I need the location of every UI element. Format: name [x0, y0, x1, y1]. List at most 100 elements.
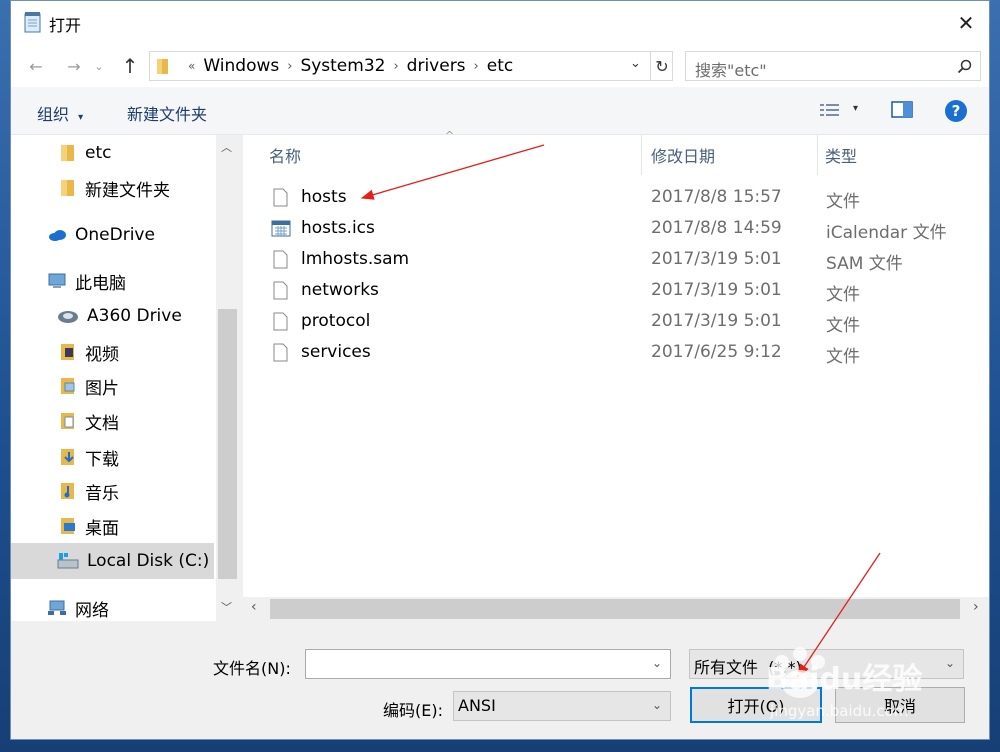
scroll-down-icon[interactable]: ﹀ [221, 599, 232, 615]
breadcrumb-overflow[interactable]: « [186, 59, 197, 73]
dialog-title: 打开 [49, 16, 82, 35]
nav-item-downloads[interactable]: 下载 [59, 441, 119, 473]
network-icon [48, 600, 66, 615]
nav-item-pictures[interactable]: 图片 [59, 370, 119, 402]
file-name: protocol [301, 311, 371, 331]
folder-icon [61, 145, 74, 161]
chevron-down-icon[interactable]: ⌄ [652, 656, 662, 670]
svg-text:?: ? [952, 102, 961, 120]
recent-locations-button[interactable]: ⌄ [91, 53, 107, 79]
address-history-chevron-icon[interactable]: ⌄ [630, 56, 641, 71]
breadcrumb-item[interactable]: Windows [197, 56, 285, 76]
organize-label: 组织 [37, 105, 70, 124]
nav-item-this-pc[interactable]: 此电脑 [47, 265, 126, 297]
file-type: 文件 [826, 347, 860, 367]
downloads-folder-icon [61, 449, 74, 465]
breadcrumb-separator-icon[interactable]: › [391, 59, 400, 74]
file-list-hscrollbar[interactable]: ‹ › [243, 597, 989, 621]
nav-item-etc[interactable]: etc [59, 137, 111, 169]
file-list: ^ 名称 修改日期 类型 hosts 2017/8/8 15:57 文件 hos… [243, 129, 989, 621]
watermark-url: jingyan.baidu.com [770, 702, 909, 720]
column-header-modified[interactable]: 修改日期 [651, 135, 715, 175]
file-name: lmhosts.sam [301, 249, 410, 269]
scrollbar-thumb[interactable] [218, 309, 237, 579]
up-button[interactable]: ↑ [115, 53, 145, 79]
file-modified: 2017/3/19 5:01 [651, 280, 782, 300]
new-folder-button[interactable]: 新建文件夹 [127, 101, 207, 125]
file-modified: 2017/3/19 5:01 [651, 249, 782, 269]
file-name: networks [301, 280, 379, 300]
refresh-icon[interactable]: ↻ [650, 52, 673, 80]
nav-item-label: 新建文件夹 [85, 180, 170, 201]
notepad-icon [24, 12, 41, 33]
forward-arrow-icon: → [67, 56, 81, 76]
column-divider[interactable] [817, 135, 818, 175]
column-header-name[interactable]: 名称 [269, 135, 301, 175]
encoding-label: 编码(E): [383, 701, 443, 720]
file-modified: 2017/8/8 15:57 [651, 187, 782, 207]
scroll-right-icon[interactable]: › [973, 599, 979, 615]
breadcrumb-separator-icon[interactable]: › [285, 59, 294, 74]
nav-item-desktop[interactable]: 桌面 [59, 510, 119, 542]
back-button[interactable]: ← [21, 53, 51, 79]
nav-item-label: 音乐 [85, 483, 119, 504]
breadcrumb-item[interactable]: drivers [401, 56, 472, 76]
column-header-type[interactable]: 类型 [825, 135, 857, 175]
preview-pane-icon[interactable] [891, 101, 913, 119]
breadcrumb: « Windows › System32 › drivers › etc [186, 56, 519, 76]
scroll-left-icon[interactable]: ‹ [251, 599, 257, 615]
filename-label: 文件名(N): [213, 659, 291, 678]
nav-item-onedrive[interactable]: OneDrive [47, 219, 155, 251]
breadcrumb-separator-icon[interactable]: › [472, 59, 481, 74]
nav-item-documents[interactable]: 文档 [59, 405, 119, 437]
address-bar[interactable]: « Windows › System32 › drivers › etc ⌄ ↻ [149, 51, 673, 81]
file-row[interactable]: hosts.ics 2017/8/8 14:59 iCalendar 文件 [243, 214, 989, 245]
search-box[interactable]: 搜索"etc" [685, 51, 981, 81]
scrollbar-thumb[interactable] [270, 599, 960, 619]
scroll-up-icon[interactable]: ︿ [221, 139, 232, 155]
file-modified: 2017/3/19 5:01 [651, 311, 782, 331]
nav-item-local-disk[interactable]: Local Disk (C:) [57, 545, 209, 577]
nav-item-music[interactable]: 音乐 [59, 475, 119, 507]
folder-icon [61, 180, 74, 196]
cloud-icon [49, 230, 66, 241]
navigation-scrollbar[interactable]: ︿ ﹀ [216, 135, 239, 621]
file-type: SAM 文件 [826, 254, 903, 274]
dropdown-arrow-icon: ▾ [78, 112, 84, 123]
nav-item-videos[interactable]: 视频 [59, 336, 119, 368]
column-divider[interactable] [641, 135, 642, 175]
address-row: ← → ⌄ ↑ « Windows › System32 › drivers ›… [11, 45, 989, 87]
file-row[interactable]: protocol 2017/3/19 5:01 文件 [243, 307, 989, 338]
search-icon[interactable] [957, 59, 972, 74]
file-modified: 2017/6/25 9:12 [651, 342, 782, 362]
encoding-select[interactable]: ANSI ⌄ [453, 691, 671, 721]
view-dropdown-icon[interactable]: ▾ [853, 103, 858, 114]
nav-item-new-folder[interactable]: 新建文件夹 [59, 172, 170, 204]
nav-item-a360-drive[interactable]: A360 Drive [57, 300, 182, 332]
file-row[interactable]: hosts 2017/8/8 15:57 文件 [243, 183, 989, 214]
file-modified: 2017/8/8 14:59 [651, 218, 782, 238]
file-icon [273, 312, 288, 331]
file-icon [273, 250, 288, 269]
file-row[interactable]: lmhosts.sam 2017/3/19 5:01 SAM 文件 [243, 245, 989, 276]
file-row[interactable]: services 2017/6/25 9:12 文件 [243, 338, 989, 369]
nav-item-label: A360 Drive [87, 306, 182, 326]
folder-icon [157, 59, 168, 74]
back-arrow-icon: ← [29, 56, 43, 76]
filename-input[interactable]: ⌄ [305, 649, 671, 679]
organize-button[interactable]: 组织 ▾ [37, 101, 83, 125]
file-name: services [301, 342, 371, 362]
title-bar: 打开 ✕ [11, 1, 989, 45]
close-button[interactable]: ✕ [943, 1, 989, 45]
help-icon[interactable]: ? [944, 99, 968, 123]
breadcrumb-item[interactable]: etc [481, 56, 519, 76]
view-options-icon[interactable] [819, 102, 841, 120]
breadcrumb-item[interactable]: System32 [294, 56, 391, 76]
forward-button[interactable]: → [59, 53, 89, 79]
nav-item-label: 下载 [85, 449, 119, 470]
nav-item-network[interactable]: 网络 [47, 592, 109, 624]
file-type: 文件 [826, 316, 860, 336]
nav-item-label: 网络 [75, 600, 109, 621]
chevron-down-icon: ⌄ [651, 698, 662, 712]
file-row[interactable]: networks 2017/3/19 5:01 文件 [243, 276, 989, 307]
